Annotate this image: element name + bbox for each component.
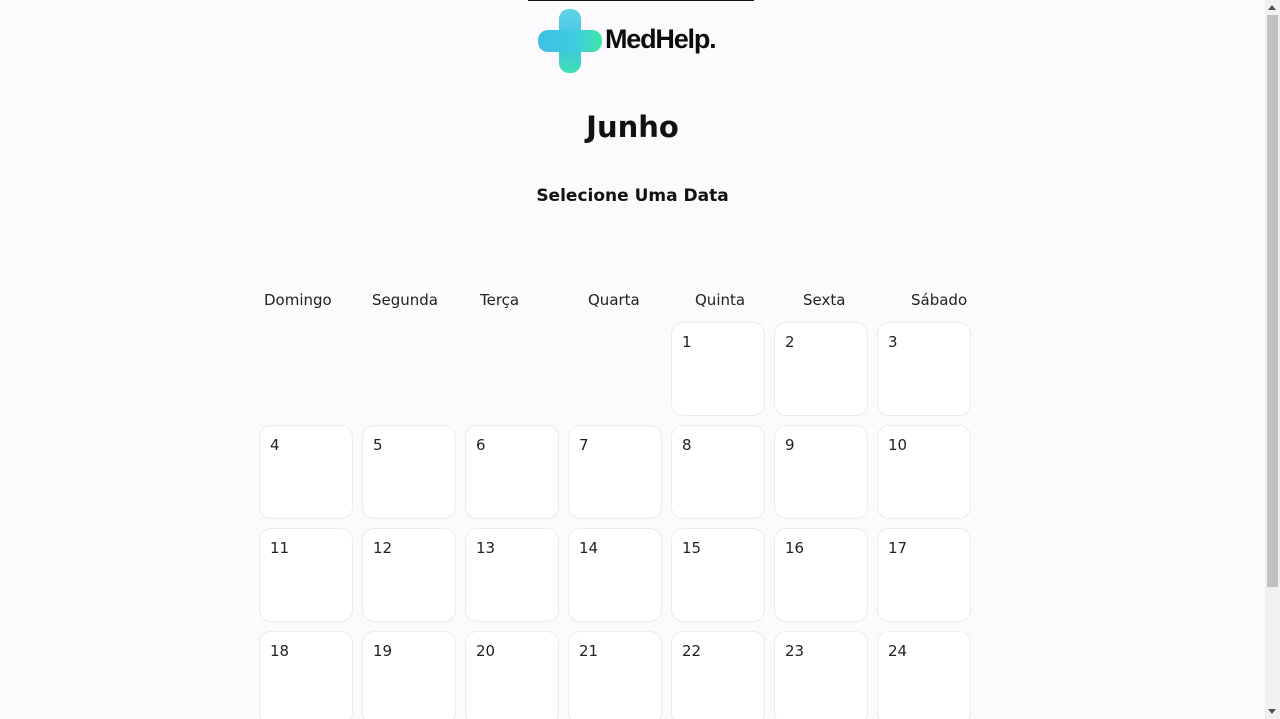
day-number: 13 — [476, 539, 496, 557]
weekday-wednesday: Quarta — [588, 291, 640, 309]
day-number: 2 — [785, 333, 795, 351]
weekday-thursday: Quinta — [695, 291, 746, 309]
calendar-day[interactable]: 3 — [877, 322, 971, 416]
weekday-tuesday: Terça — [480, 291, 520, 309]
scroll-down-arrow-icon[interactable] — [1268, 709, 1276, 714]
calendar-day[interactable]: 4 — [259, 425, 353, 519]
day-number: 8 — [682, 436, 692, 454]
scroll-up-arrow-icon[interactable] — [1268, 5, 1276, 10]
scrollbar-thumb[interactable] — [1267, 15, 1278, 587]
day-number: 22 — [682, 642, 702, 660]
calendar-day[interactable]: 22 — [671, 631, 765, 719]
weekday-sunday: Domingo — [264, 291, 332, 309]
day-number: 11 — [270, 539, 290, 557]
calendar-day[interactable]: 6 — [465, 425, 559, 519]
day-number: 15 — [682, 539, 702, 557]
month-title: Junho — [586, 110, 679, 144]
calendar-day[interactable]: 18 — [259, 631, 353, 719]
calendar-day[interactable]: 17 — [877, 528, 971, 622]
calendar-day[interactable]: 10 — [877, 425, 971, 519]
day-number: 16 — [785, 539, 805, 557]
day-number: 21 — [579, 642, 599, 660]
brand-name: MedHelp. — [605, 23, 717, 54]
day-number: 12 — [373, 539, 393, 557]
day-number: 5 — [373, 436, 383, 454]
calendar-day[interactable]: 8 — [671, 425, 765, 519]
day-number: 24 — [888, 642, 908, 660]
day-number: 10 — [888, 436, 908, 454]
brand-logo[interactable]: MedHelp. — [538, 9, 717, 73]
calendar-day[interactable]: 7 — [568, 425, 662, 519]
medical-cross-icon — [538, 9, 602, 73]
calendar-day[interactable]: 24 — [877, 631, 971, 719]
day-number: 1 — [682, 333, 692, 351]
select-date-prompt: Selecione Uma Data — [536, 186, 729, 206]
weekday-saturday: Sábado — [911, 291, 968, 309]
day-number: 7 — [579, 436, 589, 454]
day-number: 3 — [888, 333, 898, 351]
day-number: 18 — [270, 642, 290, 660]
calendar-day[interactable]: 23 — [774, 631, 868, 719]
calendar-day[interactable]: 2 — [774, 322, 868, 416]
calendar-day[interactable]: 1 — [671, 322, 765, 416]
day-number: 6 — [476, 436, 486, 454]
calendar-day[interactable]: 5 — [362, 425, 456, 519]
calendar-day[interactable]: 21 — [568, 631, 662, 719]
calendar-day[interactable]: 19 — [362, 631, 456, 719]
day-number: 20 — [476, 642, 496, 660]
calendar-day[interactable]: 15 — [671, 528, 765, 622]
calendar-day[interactable]: 9 — [774, 425, 868, 519]
page: MedHelp. Junho Selecione Uma Data Doming… — [0, 0, 1265, 719]
day-number: 17 — [888, 539, 908, 557]
calendar-day[interactable]: 11 — [259, 528, 353, 622]
day-number: 14 — [579, 539, 599, 557]
calendar-day[interactable]: 13 — [465, 528, 559, 622]
weekday-friday: Sexta — [803, 291, 846, 309]
day-number: 23 — [785, 642, 805, 660]
top-divider — [528, 0, 754, 1]
calendar-day[interactable]: 16 — [774, 528, 868, 622]
calendar-day[interactable]: 12 — [362, 528, 456, 622]
day-number: 4 — [270, 436, 280, 454]
weekday-monday: Segunda — [372, 291, 438, 309]
calendar-day[interactable]: 14 — [568, 528, 662, 622]
calendar-day[interactable]: 20 — [465, 631, 559, 719]
day-number: 9 — [785, 436, 795, 454]
day-number: 19 — [373, 642, 393, 660]
vertical-scrollbar[interactable] — [1265, 0, 1280, 719]
